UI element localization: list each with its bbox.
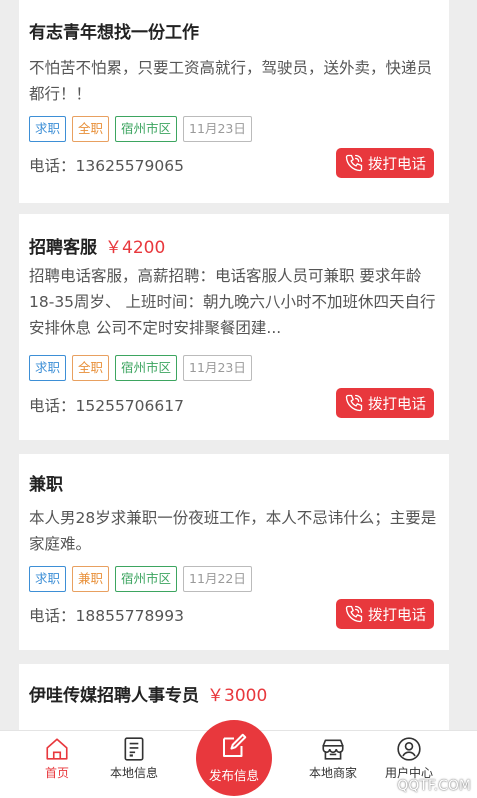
listing-title: 兼职 xyxy=(29,470,63,495)
listing-title-text: 有志青年想找一份工作 xyxy=(29,23,199,43)
phone-icon xyxy=(345,154,363,172)
tag-date: 11月23日 xyxy=(183,355,252,381)
tag-area: 宿州市区 xyxy=(115,566,178,592)
call-button-label: 拨打电话 xyxy=(368,607,426,624)
listing-salary: ￥4200 xyxy=(105,238,166,258)
listing-salary: ￥3000 xyxy=(207,686,268,706)
phone-icon xyxy=(345,394,363,412)
listing-title: 有志青年想找一份工作 xyxy=(29,18,199,43)
tag-job-type: 求职 xyxy=(29,566,67,592)
tag-work-kind: 全职 xyxy=(72,116,110,142)
phone-icon xyxy=(345,605,363,623)
user-icon xyxy=(397,737,421,761)
call-button-label: 拨打电话 xyxy=(368,396,426,413)
call-button[interactable]: 拨打电话 xyxy=(336,148,434,178)
tab-local-info-label: 本地信息 xyxy=(109,766,158,780)
listing-title-text: 伊哇传媒招聘人事专员 xyxy=(29,686,199,706)
listing-tags: 求职 兼职 宿州市区 11月22日 xyxy=(29,566,252,592)
listing-title-text: 兼职 xyxy=(29,475,63,495)
tag-area: 宿州市区 xyxy=(115,116,178,142)
listing-title: 伊哇传媒招聘人事专员 ￥3000 xyxy=(29,681,267,706)
tag-work-kind: 全职 xyxy=(72,355,110,381)
tag-date: 11月22日 xyxy=(183,566,252,592)
tag-job-type: 求职 xyxy=(29,116,67,142)
tag-date: 11月23日 xyxy=(183,116,252,142)
listing-tags: 求职 全职 宿州市区 11月23日 xyxy=(29,355,252,381)
listing-description: 招聘电话客服，高薪招聘：电话客服人员可兼职 要求年龄18-35周岁、 上班时间：… xyxy=(29,267,436,337)
listing-tags: 求职 全职 宿州市区 11月23日 xyxy=(29,116,252,142)
listing-title-text: 招聘客服 xyxy=(29,238,97,258)
tab-local-info[interactable]: 本地信息 xyxy=(97,731,171,791)
watermark: QQTF.COM xyxy=(397,778,471,794)
shop-icon xyxy=(322,739,344,760)
listing-description: 本人男28岁求兼职一份夜班工作，本人不忌讳什么；主要是家庭难。 xyxy=(29,509,437,553)
listing-phone: 电话：18855778993 xyxy=(29,607,184,625)
call-button-label: 拨打电话 xyxy=(368,156,426,173)
call-button[interactable]: 拨打电话 xyxy=(336,599,434,629)
document-list-icon xyxy=(124,737,144,761)
tab-home[interactable]: 首页 xyxy=(20,731,94,791)
tab-home-label: 首页 xyxy=(44,766,69,780)
tag-area: 宿州市区 xyxy=(115,355,178,381)
tag-work-kind: 兼职 xyxy=(72,566,110,592)
listing-description: 不怕苦不怕累，只要工资高就行，驾驶员，送外卖，快递员都行！！ xyxy=(29,59,433,103)
edit-icon xyxy=(223,733,247,757)
listing-phone: 电话：15255706617 xyxy=(29,397,184,415)
tab-local-merchants-label: 本地商家 xyxy=(308,766,357,780)
listing-feed[interactable]: 有志青年想找一份工作 不怕苦不怕累，只要工资高就行，驾驶员，送外卖，快递员都行！… xyxy=(0,0,477,797)
publish-button[interactable]: 发布信息 xyxy=(196,720,272,796)
tag-job-type: 求职 xyxy=(29,355,67,381)
publish-button-label: 发布信息 xyxy=(208,768,259,783)
listing-card[interactable]: 有志青年想找一份工作 不怕苦不怕累，只要工资高就行，驾驶员，送外卖，快递员都行！… xyxy=(19,0,449,203)
listing-card[interactable]: 兼职 本人男28岁求兼职一份夜班工作，本人不忌讳什么；主要是家庭难。 求职 兼职… xyxy=(19,454,449,650)
home-icon xyxy=(46,738,68,760)
call-button[interactable]: 拨打电话 xyxy=(336,388,434,418)
listing-phone: 电话：13625579065 xyxy=(29,157,184,175)
listing-title: 招聘客服 ￥4200 xyxy=(29,233,165,258)
tab-local-merchants[interactable]: 本地商家 xyxy=(296,731,370,791)
listing-card[interactable]: 招聘客服 ￥4200 招聘电话客服，高薪招聘：电话客服人员可兼职 要求年龄18-3… xyxy=(19,214,449,440)
